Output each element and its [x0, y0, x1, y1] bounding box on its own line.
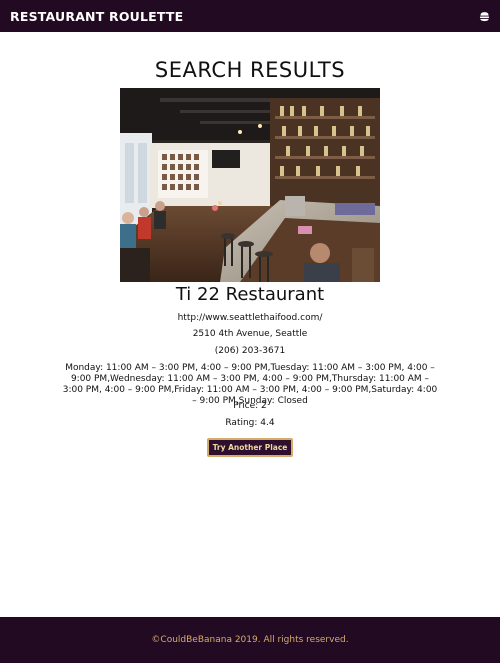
- brand-link[interactable]: RESTAURANT ROULETTE: [10, 9, 183, 24]
- burger-icon: [479, 11, 489, 21]
- top-navbar: RESTAURANT ROULETTE: [0, 0, 500, 32]
- restaurant-rating: Rating: 4.4: [225, 418, 275, 428]
- restaurant-address: 2510 4th Avenue, Seattle: [192, 329, 308, 339]
- try-another-place-button[interactable]: Try Another Place: [207, 438, 293, 457]
- restaurant-price: Price: 2: [233, 401, 267, 411]
- footer-copyright: ©CouldBeBanana 2019. All rights reserved…: [151, 635, 349, 645]
- restaurant-name: Ti 22 Restaurant: [175, 284, 325, 305]
- restaurant-phone: (206) 203-3671: [214, 346, 286, 356]
- restaurant-website-link[interactable]: http://www.seattlethaifood.com/: [0, 313, 500, 324]
- page-title: SEARCH RESULTS: [154, 58, 346, 82]
- page: RESTAURANT ROULETTE SEARCH RESULTS Ti 22…: [0, 0, 500, 663]
- burger-menu-button[interactable]: [477, 9, 491, 23]
- restaurant-photo: [120, 88, 380, 282]
- footer: ©CouldBeBanana 2019. All rights reserved…: [0, 617, 500, 663]
